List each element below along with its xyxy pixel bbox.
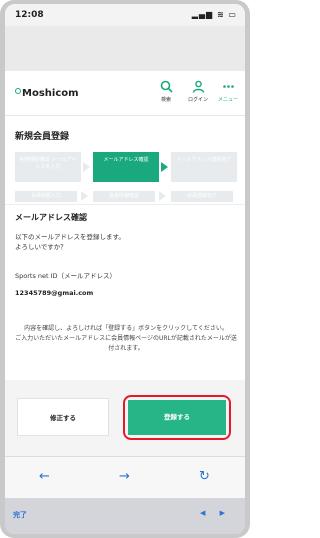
substep-member-input: 会員情報入力 (15, 191, 77, 202)
description-line1: 以下のメールアドレスを登録します。 (15, 233, 125, 241)
reload-icon[interactable]: ↻ (199, 469, 210, 484)
register-highlight: 登録する (123, 395, 231, 440)
step-terms: 利用規約確認 メールアドレスを入力 (15, 152, 81, 182)
step-arrow-icon (159, 191, 166, 201)
phone-screen: 12:08 ▂▄▆ ≋ ▭ Moshicom 検索 ログイン メニュー 新規会員… (5, 4, 245, 534)
site-logo[interactable]: Moshicom (15, 88, 79, 99)
login-button[interactable]: ログイン (185, 80, 211, 103)
step-email-complete: メールアドレス登録完了 (171, 152, 237, 182)
page-title: 新規会員登録 (15, 132, 70, 142)
step-email-confirm: メールアドレス確認 (93, 152, 159, 182)
status-time: 12:08 (15, 10, 44, 20)
logo-mark-icon (15, 88, 21, 94)
email-field-value: 12345789@gmai.com (15, 289, 94, 297)
status-bar: 12:08 ▂▄▆ ≋ ▭ (5, 4, 245, 26)
back-arrow-icon[interactable]: ← (39, 469, 50, 484)
email-field-label: Sports net ID（メールアドレス） (15, 272, 117, 280)
status-icons: ▂▄▆ ≋ ▭ (191, 10, 237, 19)
substep-member-complete: 会員登録完了 (171, 191, 233, 202)
notice-text: 内容を確認し、よろしければ「登録する」ボタンをクリックしてください。 ご入力いた… (15, 324, 237, 354)
step-arrow-icon (83, 162, 90, 172)
forward-arrow-icon[interactable]: → (119, 469, 130, 484)
notice-line2: ご入力いただいたメールアドレスに会員情報ページのURLが記載されたメールが送付さ… (15, 335, 237, 352)
substep-member-confirm: 会員情報確認 (93, 191, 155, 202)
search-label: 検索 (160, 97, 171, 103)
browser-toolbar: ← → ↻ (5, 456, 245, 498)
register-button[interactable]: 登録する (128, 400, 226, 435)
logo-text: Moshicom (22, 88, 79, 99)
action-area: 修正する 登録する (5, 380, 245, 456)
section-title: メールアドレス確認 (15, 213, 87, 222)
description: 以下のメールアドレスを登録します。 よろしいですか？ (15, 232, 125, 252)
site-header: Moshicom 検索 ログイン メニュー (5, 71, 245, 116)
login-label: ログイン (187, 97, 208, 103)
search-button[interactable]: 検索 (153, 80, 179, 103)
search-icon (153, 80, 179, 96)
field-nav-arrows[interactable]: ◀ ▶ (200, 509, 231, 517)
step-arrow-icon (161, 162, 168, 172)
menu-label: メニュー (217, 97, 238, 103)
step-arrow-icon (81, 191, 88, 201)
done-button[interactable]: 完了 (13, 510, 27, 520)
fix-button[interactable]: 修正する (17, 398, 109, 436)
more-icon (215, 80, 241, 96)
browser-url-area (5, 26, 245, 71)
notice-line1: 内容を確認し、よろしければ「登録する」ボタンをクリックしてください。 (24, 325, 228, 332)
keyboard-accessory-bar: 完了 ◀ ▶ (5, 498, 245, 534)
description-line2: よろしいですか？ (15, 243, 67, 251)
divider (5, 204, 245, 205)
user-icon (185, 80, 211, 96)
phone-frame: 12:08 ▂▄▆ ≋ ▭ Moshicom 検索 ログイン メニュー 新規会員… (0, 0, 250, 538)
menu-button[interactable]: メニュー (215, 80, 241, 103)
